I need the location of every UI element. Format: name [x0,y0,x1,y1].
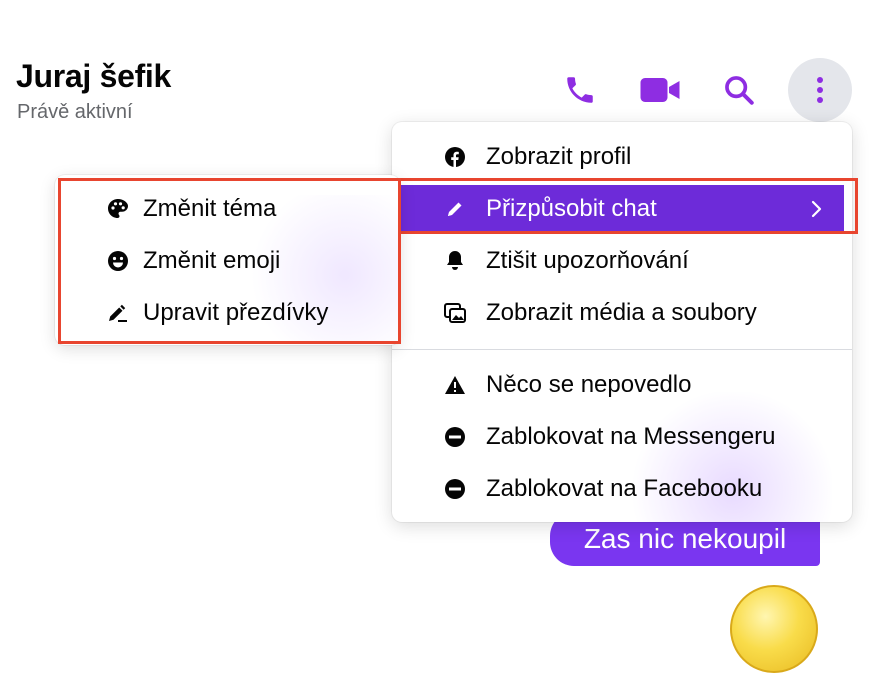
emoji-reaction[interactable] [730,585,818,673]
highlight-frame-customize [398,178,858,234]
search-icon[interactable] [720,72,758,108]
menu-item-mute-notifications[interactable]: Ztišit upozorňování [400,237,844,285]
menu-item-view-profile[interactable]: Zobrazit profil [400,133,844,181]
menu-item-block-messenger[interactable]: Zablokovat na Messengeru [400,413,844,461]
message-text: Zas nic nekoupil [583,523,787,554]
block-icon [444,478,466,500]
video-icon[interactable] [638,72,682,108]
menu-item-label: Ztišit upozorňování [486,247,689,274]
warning-icon [444,374,466,396]
menu-item-label: Zablokovat na Facebooku [486,475,763,502]
menu-item-label: Zablokovat na Messengeru [486,423,776,450]
facebook-icon [444,146,466,168]
contact-status: Právě aktivní [17,101,133,123]
block-icon [444,426,466,448]
bell-icon [444,250,466,272]
media-icon [444,302,466,324]
menu-divider [392,349,852,350]
menu-item-view-media[interactable]: Zobrazit média a soubory [400,289,844,337]
more-icon [817,77,823,103]
menu-item-report-problem[interactable]: Něco se nepovedlo [400,361,844,409]
menu-item-label: Něco se nepovedlo [486,371,692,398]
highlight-frame-submenu [58,178,401,344]
menu-item-label: Zobrazit média a soubory [486,299,757,326]
contact-name: Juraj šefik [16,58,172,94]
phone-icon[interactable] [562,72,598,108]
more-options-button[interactable] [788,58,852,122]
menu-item-label: Zobrazit profil [486,143,632,170]
menu-item-block-facebook[interactable]: Zablokovat na Facebooku [400,465,844,513]
